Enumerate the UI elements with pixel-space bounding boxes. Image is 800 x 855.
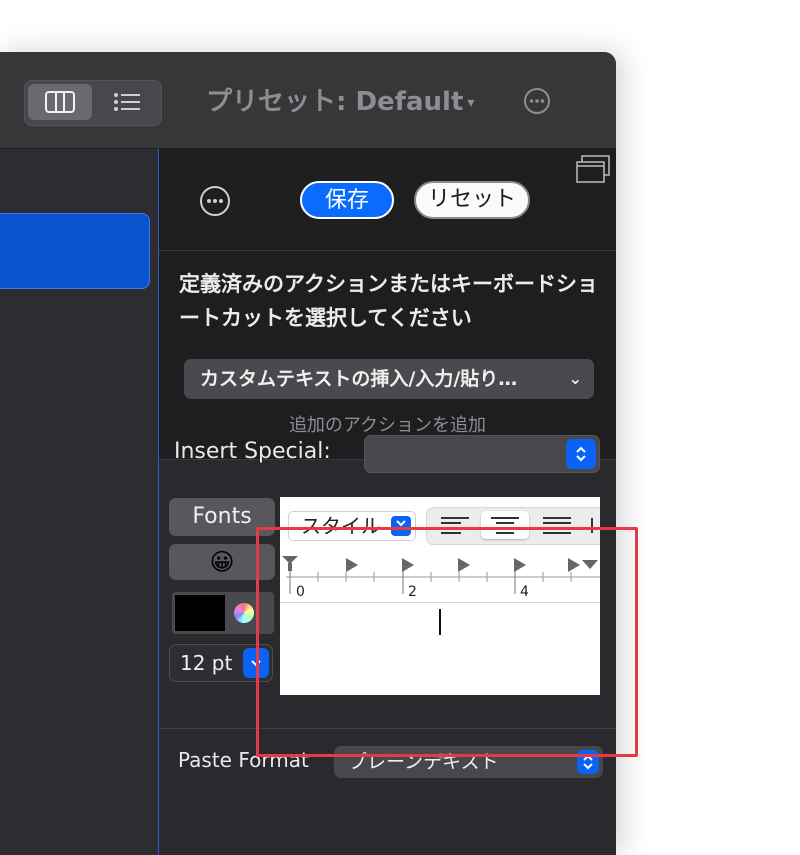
font-size-value: 12 pt xyxy=(180,651,233,675)
list-view-button[interactable] xyxy=(97,84,157,120)
column-view-button[interactable] xyxy=(28,84,92,120)
view-mode-segmented-control xyxy=(24,80,162,126)
updown-chevron-icon xyxy=(566,439,596,469)
columns-icon xyxy=(45,91,75,113)
sidebar-selected-item[interactable] xyxy=(0,213,150,289)
insert-special-label: Insert Special: xyxy=(174,439,331,464)
sidebar xyxy=(0,149,159,855)
highlight-annotation-box xyxy=(256,527,638,757)
color-wheel-icon xyxy=(234,603,254,623)
list-icon xyxy=(114,93,140,111)
smiley-face-icon: 😀 xyxy=(209,548,235,576)
text-color-swatch xyxy=(175,595,225,631)
insert-special-select[interactable] xyxy=(364,435,600,473)
